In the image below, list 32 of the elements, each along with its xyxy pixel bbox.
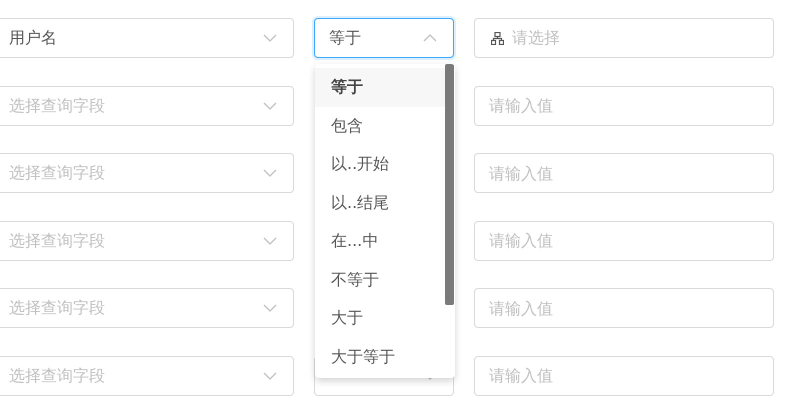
- field-select[interactable]: 用户名: [0, 18, 294, 58]
- dropdown-option[interactable]: 等于: [315, 68, 445, 106]
- value-input[interactable]: 请输入值: [474, 220, 774, 260]
- value-input[interactable]: 请输入值: [474, 288, 774, 328]
- dropdown-option[interactable]: 以..开始: [315, 145, 445, 184]
- dropdown-option[interactable]: 不等于: [315, 260, 445, 299]
- dropdown-option[interactable]: 大于: [315, 299, 445, 338]
- chevron-down-icon: [263, 304, 277, 312]
- select-placeholder: 选择查询字段: [9, 230, 105, 252]
- chevron-down-icon: [263, 169, 277, 177]
- chevron-up-icon: [423, 34, 437, 42]
- chevron-down-icon: [263, 372, 277, 380]
- select-value: 等于: [329, 27, 361, 49]
- chevron-down-icon: [263, 34, 277, 42]
- select-placeholder: 选择查询字段: [9, 94, 105, 116]
- dropdown-option[interactable]: 在...中: [315, 222, 445, 260]
- dropdown-option[interactable]: 包含: [315, 106, 445, 145]
- select-value: 用户名: [9, 27, 57, 49]
- scrollbar[interactable]: [445, 64, 454, 305]
- value-input[interactable]: 请输入值: [474, 356, 774, 396]
- dropdown-option[interactable]: 大于等于: [315, 338, 445, 376]
- value-input[interactable]: 请输入值: [474, 86, 774, 126]
- select-placeholder: 选择查询字段: [9, 364, 105, 386]
- select-placeholder: 选择查询字段: [9, 162, 105, 184]
- select-placeholder: 请选择: [512, 27, 560, 49]
- value-input[interactable]: 请输入值: [474, 153, 774, 193]
- select-placeholder: 选择查询字段: [9, 297, 105, 319]
- dropdown-option[interactable]: 以..结尾: [315, 184, 445, 222]
- operator-select[interactable]: 等于: [314, 18, 454, 58]
- chevron-down-icon: [263, 102, 277, 110]
- chevron-down-icon: [263, 236, 277, 244]
- tree-structure-icon: [491, 32, 504, 44]
